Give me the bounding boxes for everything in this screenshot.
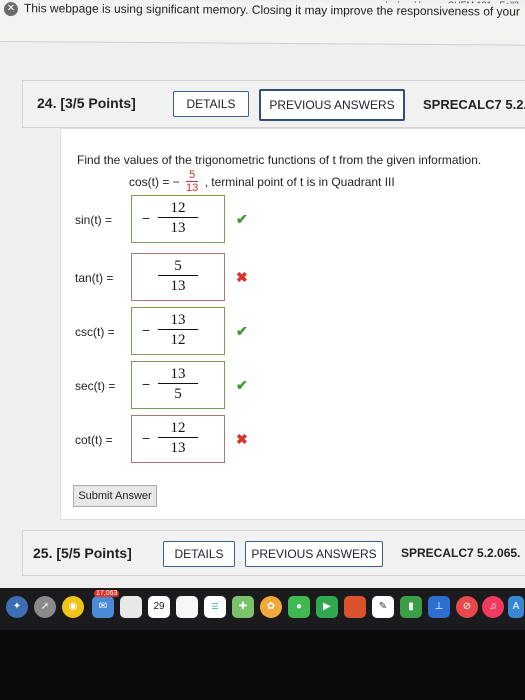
answer-numerator: 12: [170, 200, 186, 216]
answer-numerator: 13: [170, 366, 186, 382]
news-icon[interactable]: ⊘: [456, 596, 478, 618]
answer-input-tan[interactable]: 5 13: [131, 253, 225, 301]
answer-label: cot(t) =: [75, 433, 113, 447]
answer-sign: −: [142, 376, 151, 392]
previous-answers-button[interactable]: PREVIOUS ANSWERS: [245, 541, 383, 567]
launchpad-icon[interactable]: ✦: [6, 596, 28, 618]
answer-row-sin: sin(t) = − 12 13 ✔: [61, 195, 525, 247]
answer-denominator: 13: [158, 217, 198, 237]
answer-row-csc: csc(t) = − 13 12 ✔: [61, 307, 525, 359]
check-icon: ✔: [236, 211, 248, 227]
answer-fraction: 5 13: [158, 258, 198, 295]
answer-numerator: 13: [170, 312, 186, 328]
mail-badge: 17,063: [94, 590, 120, 597]
pages-icon[interactable]: ✎: [372, 596, 394, 618]
reminders-icon[interactable]: ☰: [204, 596, 226, 618]
calendar-day: 29: [153, 601, 165, 612]
given-fraction: 5 13: [186, 169, 199, 194]
facetime-icon[interactable]: ▶: [316, 596, 338, 618]
maps-icon[interactable]: ✚: [232, 596, 254, 618]
given-denominator: 13: [186, 181, 199, 194]
answer-label: sec(t) =: [75, 379, 116, 393]
numbers-icon[interactable]: ▮: [400, 596, 422, 618]
mail-icon[interactable]: ✉: [92, 596, 114, 618]
chrome-icon[interactable]: ◉: [62, 596, 84, 618]
music-icon[interactable]: ♫: [482, 596, 504, 618]
answer-numerator: 5: [174, 258, 182, 274]
answer-input-sin[interactable]: − 12 13: [131, 195, 225, 243]
answer-fraction: 12 13: [158, 200, 198, 237]
answer-denominator: 13: [158, 275, 198, 295]
course-code: SPRECALC7 5.2.: [423, 97, 525, 112]
previous-answers-button[interactable]: PREVIOUS ANSWERS: [259, 89, 405, 121]
messages-icon[interactable]: ●: [288, 596, 310, 618]
question-24-title: 24. [3/5 Points]: [37, 95, 136, 111]
answer-label: csc(t) =: [75, 325, 115, 339]
photobooth-icon[interactable]: [344, 596, 366, 618]
answer-denominator: 13: [158, 437, 198, 457]
answer-sign: −: [142, 430, 151, 446]
answer-denominator: 12: [158, 329, 198, 349]
rocket-icon[interactable]: ➚: [34, 596, 56, 618]
app-store-icon[interactable]: A: [508, 596, 524, 618]
question-prompt: Find the values of the trigonometric fun…: [77, 153, 482, 167]
answer-fraction: 13 12: [158, 312, 198, 349]
close-warning-icon[interactable]: ✕: [3, 2, 18, 17]
photos-icon[interactable]: ✿: [260, 596, 282, 618]
course-code: SPRECALC7 5.2.065.: [401, 546, 521, 560]
answer-sign: −: [142, 210, 151, 226]
question-25-header: 25. [5/5 Points] DETAILS PREVIOUS ANSWER…: [22, 530, 525, 576]
notes-icon[interactable]: [176, 596, 198, 618]
answer-label: tan(t) =: [75, 271, 114, 285]
wrong-icon: ✖: [236, 269, 248, 285]
check-icon: ✔: [236, 323, 248, 339]
answer-input-csc[interactable]: − 13 12: [131, 307, 225, 355]
answer-row-tan: tan(t) = 5 13 ✖: [61, 253, 525, 305]
given-numerator: 5: [189, 169, 196, 181]
calendar-icon[interactable]: 29: [148, 596, 170, 618]
answer-denominator: 5: [158, 383, 198, 403]
answer-label: sin(t) =: [75, 213, 113, 227]
answer-sign: −: [142, 322, 151, 338]
answer-row-cot: cot(t) = − 12 13 ✖: [61, 415, 525, 467]
browser-viewport: vada, Las Vegas - CHEM 121 - Fall2 ✕ Thi…: [0, 0, 525, 590]
answer-input-sec[interactable]: − 13 5: [131, 361, 225, 409]
question-25-title: 25. [5/5 Points]: [33, 545, 132, 561]
check-icon: ✔: [236, 377, 248, 393]
question-24-header: 24. [3/5 Points] DETAILS PREVIOUS ANSWER…: [22, 80, 525, 128]
memory-warning-bar: ✕ This webpage is using significant memo…: [0, 0, 525, 46]
answer-fraction: 12 13: [158, 420, 198, 457]
answer-input-cot[interactable]: − 12 13: [131, 415, 225, 463]
answer-row-sec: sec(t) = − 13 5 ✔: [61, 361, 525, 413]
answer-numerator: 12: [170, 420, 186, 436]
details-button[interactable]: DETAILS: [173, 91, 249, 117]
submit-answer-button[interactable]: Submit Answer: [73, 485, 157, 507]
monitor-bezel: [0, 630, 525, 700]
answer-fraction: 13 5: [158, 366, 198, 403]
given-lhs: cos(t) = −: [129, 174, 180, 189]
keynote-icon[interactable]: ⊥: [428, 596, 450, 618]
details-button[interactable]: DETAILS: [163, 541, 235, 567]
memory-warning-text: This webpage is using significant memory…: [23, 1, 520, 19]
wrong-icon: ✖: [236, 431, 248, 447]
question-24-body: Find the values of the trigonometric fun…: [60, 128, 525, 520]
given-rhs: , terminal point of t is in Quadrant III: [204, 174, 395, 189]
contacts-icon[interactable]: [120, 596, 142, 618]
macos-dock: ✦ ➚ ◉ ✉ 17,063 29 ☰ ✚ ✿ ● ▶ ✎ ▮ ⊥ ⊘ ♫ A: [0, 588, 525, 630]
